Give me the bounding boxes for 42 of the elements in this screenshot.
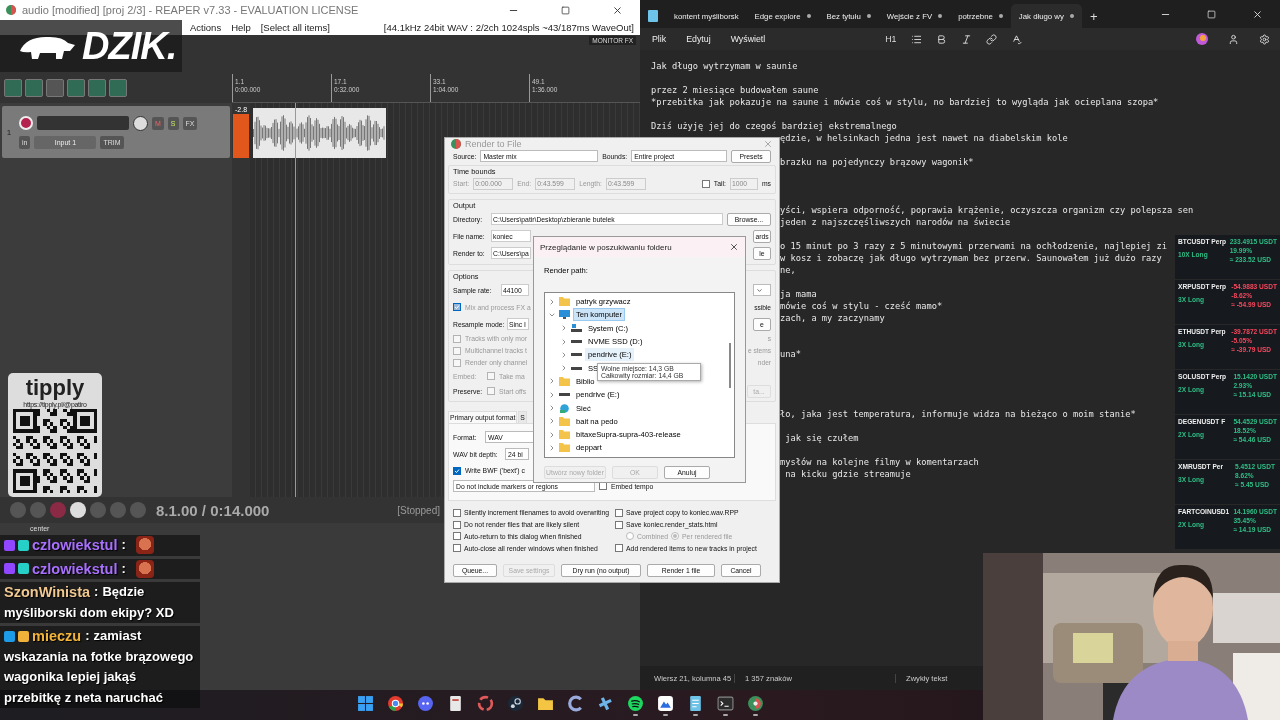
dialog-title: Przeglądanie w poszukiwaniu folderu xyxy=(540,242,672,252)
text-line: una* xyxy=(780,349,801,359)
text-line: jeden z najszczęśliwszych narodów na świecie xyxy=(780,217,1011,227)
text-line: zach, a my zaczynamy xyxy=(780,313,885,323)
chat-separator: : xyxy=(85,627,90,645)
chat-text: Będzie xyxy=(102,583,145,601)
text-line: ne, xyxy=(780,265,796,275)
chat-username: mieczu xyxy=(32,627,82,646)
text-line: Dziś użyję jej do czegoś bardziej ekstremalnego xyxy=(651,121,897,131)
tipply-logo: tipply xyxy=(25,375,85,401)
track-number: 1 xyxy=(5,126,13,139)
dialog-title: Render to File xyxy=(465,138,522,149)
chat-separator: : xyxy=(94,583,99,601)
text-line: ło, jaka jest temperatura, informuje widza na bieżąco o moim stanie* xyxy=(780,409,1136,419)
chat-text: wagonika lepiej jakąś xyxy=(4,668,138,686)
transport-state: [Stopped] xyxy=(397,504,440,516)
chat-separator: : xyxy=(121,559,126,578)
chat-username: czlowiekstul xyxy=(32,559,118,579)
text-line: Jak długo wytrzymam w saunie xyxy=(651,61,798,71)
text-line: w kosz i zobaczę jak długo wytrzymam bez przerw. Saunowałem już dużo razy xyxy=(780,253,1162,263)
position-readout: 8.1.00 / 0:14.000 xyxy=(156,501,270,519)
text-line: *przebitka jak pokazuje na saune i mówie coś w stylu, no bardziej to wygląda jak ocieplana szopa* xyxy=(651,97,1159,107)
text-line: ędzie, w helsinkach jedna jest nawet na diabelskim kole xyxy=(780,133,1068,143)
window-title: audio [modified] [proj 2/3] - REAPER v7.33 - EVALUATION LICENSE xyxy=(22,4,360,16)
text-line: jak się czułem xyxy=(784,433,859,443)
chat-text: zamiast xyxy=(93,627,142,645)
logo-text: DZIK. xyxy=(82,24,177,68)
text-line: brazku na pojedynczy brązowy wagonik* xyxy=(780,157,974,167)
chat-text: wskazania na fotke brązowego xyxy=(4,647,195,666)
audio-device-status: [44.1kHz 24bit WAV : 2/2ch 1024spls ~43/187ms WaveOut] xyxy=(383,22,634,33)
text-line: mówie coś w stylu - cześć mamo* xyxy=(780,301,943,311)
text-line: yści, wspiera odporność, poprawia krążenie, oczyszcza organizm czy polepsza sen xyxy=(780,205,1194,215)
text-line: mysłów na kolejne filmy w komentarzach xyxy=(780,457,979,467)
chat-username: czlowiekstul xyxy=(32,536,118,555)
text-line: o 15 minut po 3 razy z 5 minutowymi przerwami na ochłodzenie, najlepiej zi xyxy=(780,241,1168,251)
text-line: przez 2 miesiące budowałem saune xyxy=(651,85,819,95)
chat-text: myśliborski dom ekipy? XD xyxy=(4,603,175,622)
chat-separator: : xyxy=(121,536,126,554)
text-line: ja mama xyxy=(780,289,817,299)
chat-text: przebitkę z neta naruchać xyxy=(4,688,164,707)
text-line: na kicku gdzie streamuje xyxy=(784,469,911,479)
chat-username: SzonWinista xyxy=(4,583,91,602)
